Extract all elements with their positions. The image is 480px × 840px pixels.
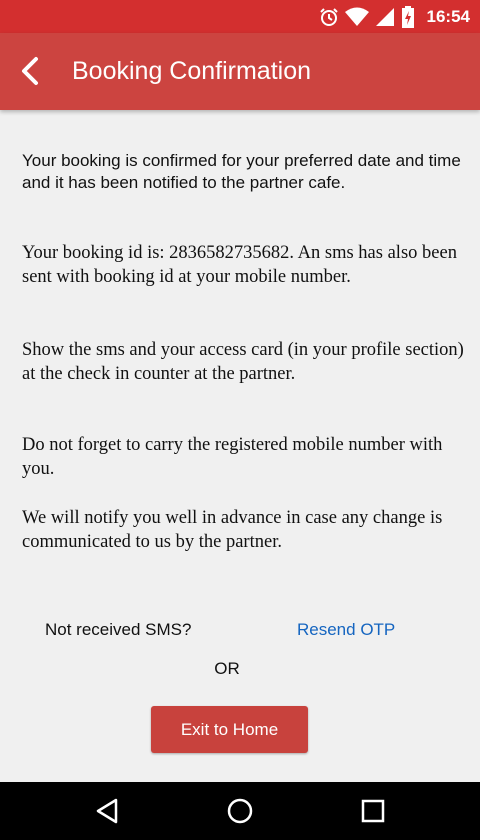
resend-otp-link[interactable]: Resend OTP (297, 620, 395, 640)
alarm-icon (319, 7, 339, 27)
mobile-number-reminder: Do not forget to carry the registered mo… (22, 435, 443, 479)
confirmation-message: Your booking is confirmed for your prefe… (22, 151, 461, 192)
status-time: 16:54 (426, 7, 470, 26)
battery-charging-icon (401, 6, 415, 28)
exit-to-home-button[interactable]: Exit to Home (151, 706, 308, 753)
page-title: Booking Confirmation (72, 57, 312, 85)
status-bar: 16:54 (0, 0, 480, 33)
signal-icon (375, 7, 395, 27)
confirmation-content: Your booking is confirmed for your prefe… (0, 110, 480, 782)
back-arrow-icon[interactable] (14, 55, 48, 87)
sms-not-received-label: Not received SMS? (45, 620, 192, 639)
nav-home-icon[interactable] (225, 796, 255, 826)
navigation-bar (0, 782, 480, 840)
nav-recent-icon[interactable] (358, 796, 388, 826)
access-card-instruction: Show the sms and your access card (in yo… (22, 340, 464, 384)
or-separator: OR (214, 659, 240, 678)
change-notice: We will notify you well in advance in ca… (22, 508, 443, 552)
status-icons: 16:54 (319, 6, 470, 28)
app-bar: Booking Confirmation (0, 33, 480, 110)
nav-back-icon[interactable] (92, 796, 122, 826)
wifi-icon (344, 7, 369, 27)
booking-id-message: Your booking id is: 2836582735682. An sm… (22, 243, 457, 287)
